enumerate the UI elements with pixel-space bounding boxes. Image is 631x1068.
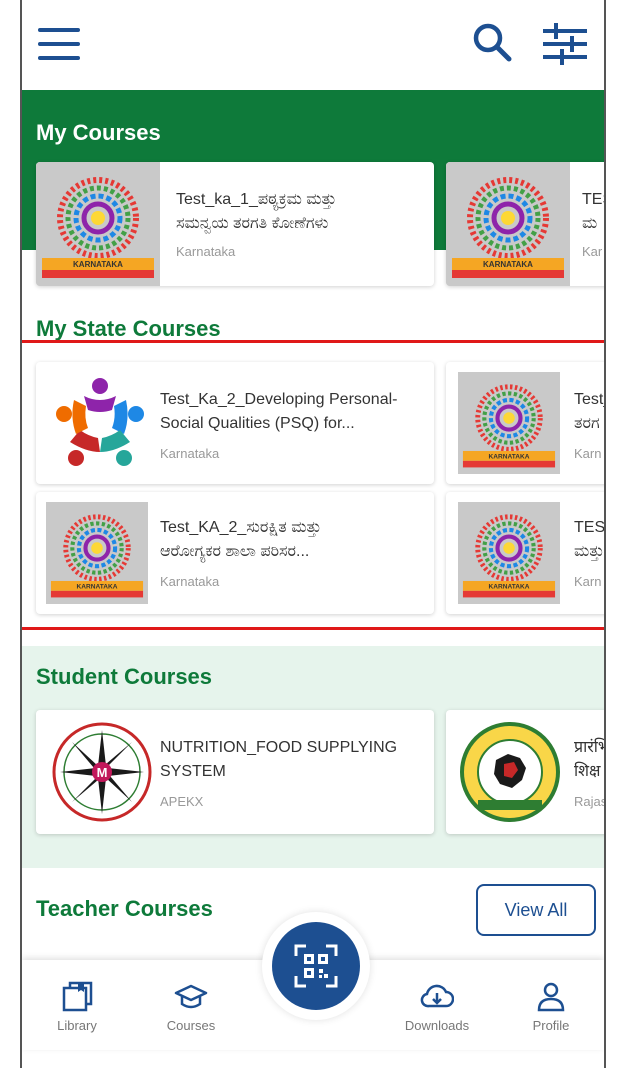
course-source: Karnataka [176, 244, 236, 259]
nav-courses[interactable]: Courses [146, 960, 236, 1050]
course-title-line2: ಸಮನ್ವಯ ತರಗತಿ ಕೋಣೆಗಳು [176, 215, 329, 232]
view-all-button[interactable]: View All [476, 884, 596, 936]
hamburger-menu-icon[interactable] [38, 28, 80, 60]
qr-scan-button[interactable] [272, 922, 360, 1010]
rajasthan-course-logo [460, 722, 560, 822]
nav-library[interactable]: Library [32, 960, 122, 1050]
science-club-course-logo: M [52, 722, 152, 822]
course-title-line1: NUTRITION_FOOD SUPPLYING [160, 739, 398, 756]
nav-downloads[interactable]: Downloads [392, 960, 482, 1050]
highlight-box [22, 340, 604, 630]
nav-label: Downloads [404, 1018, 470, 1033]
course-title-line2: ಮ [582, 215, 598, 232]
course-title-line1: प्रारंभि [574, 739, 606, 756]
qr-scan-icon [294, 944, 338, 988]
course-card[interactable]: प्रारंभि शिक्ष Rajas [446, 710, 606, 834]
app-screen: My Courses KARNATAKA Test_ka_1_ಪಠ್ಯಕ್ರಮ … [20, 0, 606, 1068]
graduation-cap-icon [174, 984, 208, 1009]
nav-label: Profile [532, 1018, 570, 1033]
karnataka-course-thumbnail: KARNATAKA [36, 162, 160, 286]
library-book-icon [62, 981, 93, 1012]
course-title-line1: Test_ka_1_ಪಠ್ಯಕ್ರಮ ಮತ್ತು [176, 191, 337, 208]
course-source: Rajas [574, 794, 606, 809]
course-title-line1: TES [582, 191, 604, 208]
course-card[interactable]: KARNATAKA TES ಮ Kar [446, 162, 604, 286]
teacher-courses-title: Teacher Courses [36, 896, 213, 921]
course-source: Kar [582, 244, 603, 259]
my-courses-title: My Courses [36, 120, 161, 145]
thumb-caption: KARNATAKA [73, 260, 123, 269]
logo-badge-letter: M [97, 765, 108, 780]
top-app-bar [22, 0, 604, 90]
scan-button-wrapper [262, 912, 370, 1020]
course-title-line2: शिक्ष [574, 763, 601, 780]
student-courses-title: Student Courses [36, 664, 213, 689]
thumb-caption: KARNATAKA [483, 260, 533, 269]
user-profile-icon [537, 982, 565, 1012]
nav-label: Courses [166, 1018, 216, 1033]
filter-sliders-icon[interactable] [542, 22, 588, 66]
course-source: APEKX [160, 794, 204, 809]
course-card[interactable]: M NUTRITION_FOOD SUPPLYING SYSTEM APEKX [36, 710, 434, 834]
course-title-line2: SYSTEM [160, 763, 226, 780]
my-state-courses-title: My State Courses [36, 316, 221, 341]
nav-label: Library [57, 1018, 97, 1033]
search-icon[interactable] [470, 20, 514, 64]
cloud-download-icon [420, 984, 454, 1008]
karnataka-course-thumbnail: KARNATAKA [446, 162, 570, 286]
course-card[interactable]: KARNATAKA Test_ka_1_ಪಠ್ಯಕ್ರಮ ಮತ್ತು ಸಮನ್ವ… [36, 162, 434, 286]
nav-profile[interactable]: Profile [506, 960, 596, 1050]
